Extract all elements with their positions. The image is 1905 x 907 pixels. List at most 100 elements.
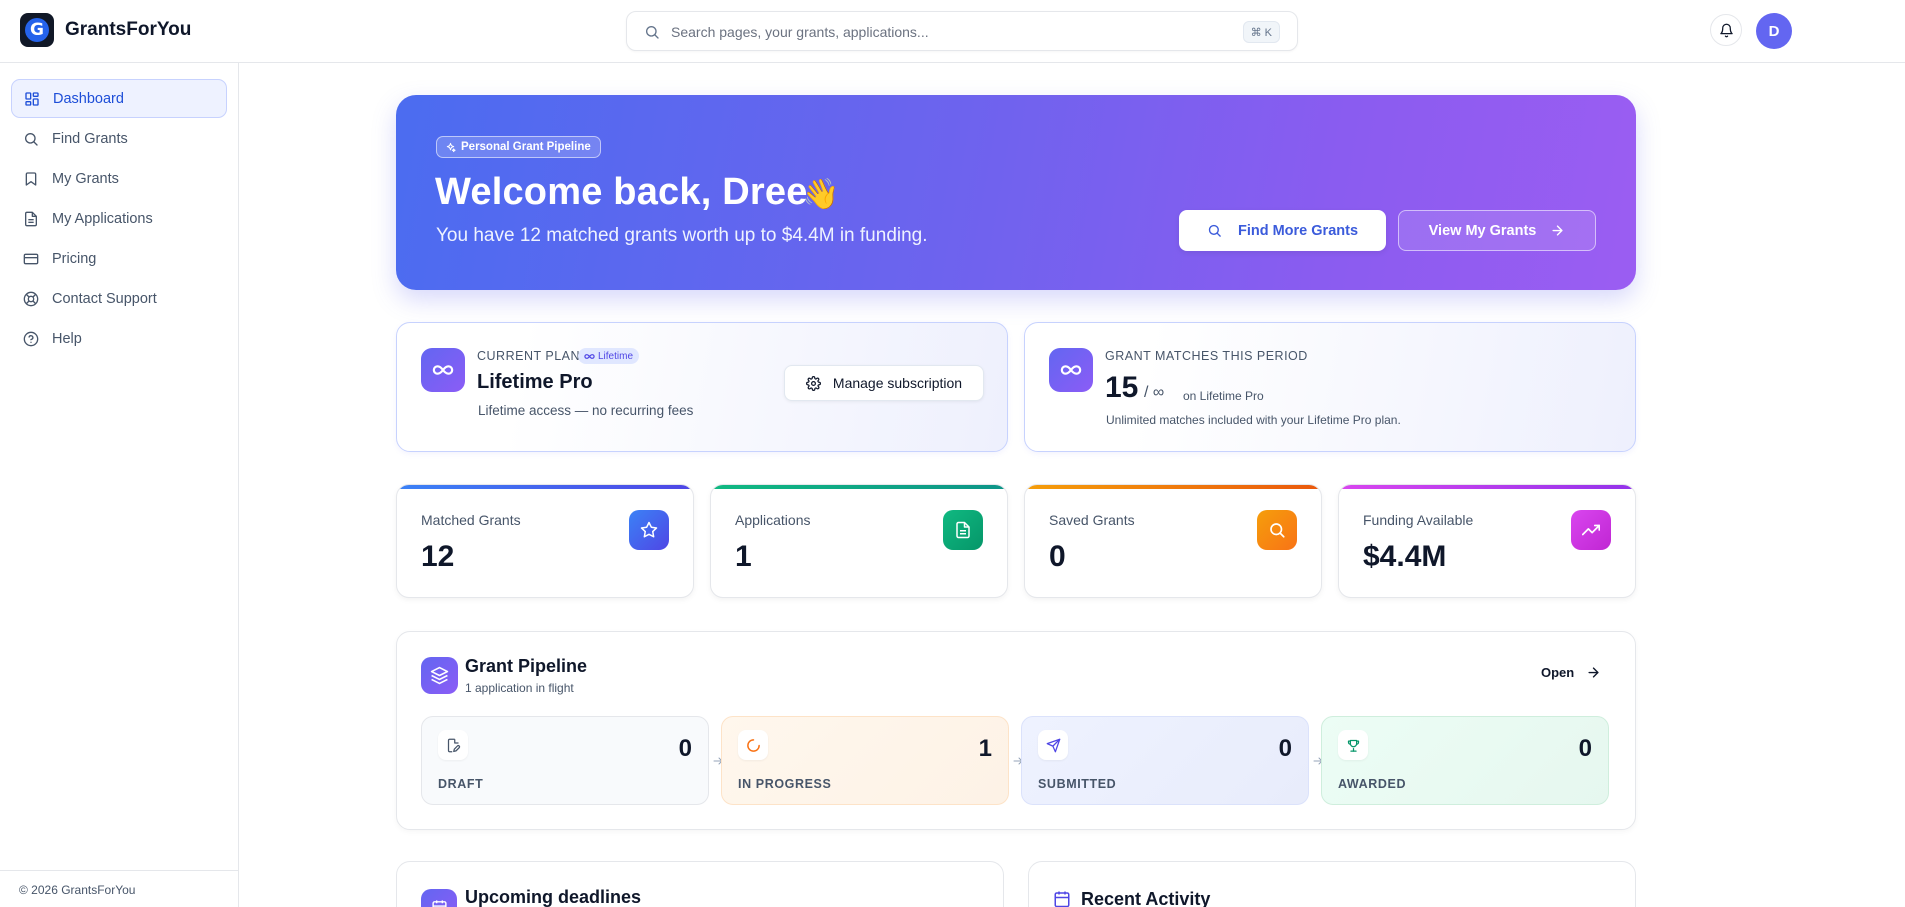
lifebuoy-icon: [23, 291, 39, 306]
app-logo[interactable]: G: [20, 13, 54, 47]
welcome-subtitle: You have 12 matched grants worth up to $…: [436, 225, 928, 246]
bell-icon: [1719, 23, 1733, 37]
user-avatar[interactable]: D: [1756, 13, 1792, 49]
view-my-grants-button[interactable]: View My Grants: [1398, 210, 1596, 251]
stat-card-funding-available[interactable]: Funding Available $4.4M: [1338, 484, 1636, 598]
document-icon: [25, 211, 37, 226]
sidebar-item-label: My Grants: [52, 170, 119, 187]
stage-count: 0: [678, 735, 692, 762]
find-more-grants-label: Find More Grants: [1237, 222, 1359, 239]
stat-value: 1: [735, 540, 752, 573]
stat-accent-bar: [1025, 485, 1321, 489]
pipeline-stage-in-progress[interactable]: 1 IN PROGRESS: [721, 716, 1009, 805]
loader-icon: [738, 730, 768, 760]
stat-label: Applications: [735, 512, 811, 528]
sparkles-icon: [446, 142, 456, 152]
pipeline-stage-awarded[interactable]: 0 AWARDED: [1321, 716, 1609, 805]
match-description: Unlimited matches included with your Lif…: [1106, 413, 1401, 427]
sidebar-item-contact-support[interactable]: Contact Support: [11, 279, 227, 318]
stat-card-applications[interactable]: Applications 1: [710, 484, 1008, 598]
star-icon: [629, 510, 669, 550]
stage-label: SUBMITTED: [1038, 777, 1117, 791]
pipeline-subtitle: 1 application in flight: [465, 681, 574, 695]
match-plan-note: on Lifetime Pro: [1183, 389, 1264, 403]
manage-subscription-label: Manage subscription: [832, 375, 963, 391]
match-limit: / ∞: [1144, 384, 1165, 401]
stat-label: Matched Grants: [421, 512, 521, 528]
logo-letter: G: [25, 18, 49, 42]
pipeline-stage-draft[interactable]: 0 DRAFT: [421, 716, 709, 805]
plan-name: Lifetime Pro: [477, 371, 593, 393]
arrow-right-icon: [1552, 225, 1563, 236]
file-text-icon: [943, 510, 983, 550]
current-plan-label: CURRENT PLAN: [477, 349, 581, 363]
sidebar-item-dashboard[interactable]: Dashboard: [11, 79, 227, 118]
view-my-grants-label: View My Grants: [1428, 222, 1537, 239]
recent-activity-card: Recent Activity: [1028, 861, 1636, 907]
arrow-right-icon: [1588, 667, 1599, 678]
calendar-icon: [421, 889, 457, 907]
pipeline-open-link[interactable]: Open: [1541, 665, 1601, 680]
stat-card-matched-grants[interactable]: Matched Grants 12: [396, 484, 694, 598]
sidebar-item-my-grants[interactable]: My Grants: [11, 159, 227, 198]
sidebar-item-label: Pricing: [52, 250, 97, 267]
sidebar-item-pricing[interactable]: Pricing: [11, 239, 227, 278]
plan-type-pill: Lifetime: [578, 348, 640, 364]
upcoming-deadlines-title: Upcoming deadlines: [465, 887, 642, 907]
sidebar-item-label: Help: [52, 330, 82, 347]
file-edit-icon: [438, 730, 468, 760]
brand-name[interactable]: GrantsForYou: [65, 19, 191, 41]
search-input[interactable]: [671, 20, 1171, 44]
sidebar-item-my-applications[interactable]: My Applications: [11, 199, 227, 238]
sidebar-item-help[interactable]: Help: [11, 319, 227, 358]
layers-icon: [421, 657, 458, 694]
sidebar-item-label: Find Grants: [52, 130, 128, 147]
search-icon: [1208, 224, 1221, 237]
pipeline-stage-submitted[interactable]: 0 SUBMITTED: [1021, 716, 1309, 805]
grant-matches-label: GRANT MATCHES THIS PERIOD: [1105, 349, 1308, 363]
calendar-icon: [1054, 891, 1070, 907]
global-search[interactable]: ⌘ K: [626, 11, 1298, 51]
hero-badge: Personal Grant Pipeline: [436, 136, 601, 158]
grant-matches-card: GRANT MATCHES THIS PERIOD 15 / ∞ on Life…: [1024, 322, 1636, 452]
gear-icon: [805, 375, 821, 391]
stat-card-saved-grants[interactable]: Saved Grants 0: [1024, 484, 1322, 598]
sidebar-item-label: Dashboard: [53, 90, 124, 107]
sidebar-item-label: My Applications: [52, 210, 153, 227]
upcoming-deadlines-card: Upcoming deadlines: [396, 861, 1004, 907]
stage-label: IN PROGRESS: [738, 777, 832, 791]
stat-label: Saved Grants: [1049, 512, 1135, 528]
pipeline-open-label: Open: [1541, 665, 1575, 680]
bookmark-icon: [25, 171, 37, 186]
manage-subscription-button[interactable]: Manage subscription: [784, 365, 984, 401]
match-count: 15: [1105, 371, 1139, 404]
search-shortcut-hint: ⌘ K: [1242, 21, 1280, 43]
stat-accent-bar: [1339, 485, 1635, 489]
infinity-icon: [1049, 348, 1093, 392]
infinity-icon: [421, 348, 465, 392]
stage-count: 0: [1578, 735, 1592, 762]
find-more-grants-button[interactable]: Find More Grants: [1179, 210, 1386, 251]
search-icon: [646, 26, 659, 39]
sidebar-item-find-grants[interactable]: Find Grants: [11, 119, 227, 158]
plan-pill-label: Lifetime: [598, 350, 634, 362]
plan-description: Lifetime access — no recurring fees: [478, 403, 694, 418]
stage-count: 0: [1278, 735, 1292, 762]
stage-label: DRAFT: [438, 777, 484, 791]
hero-badge-label: Personal Grant Pipeline: [461, 141, 591, 153]
top-header: G GrantsForYou ⌘ K D: [0, 0, 1905, 63]
sidebar-item-label: Contact Support: [52, 290, 157, 307]
welcome-hero: Personal Grant Pipeline Welcome back, Dr…: [396, 95, 1636, 290]
pipeline-title: Grant Pipeline: [465, 656, 588, 676]
notifications-button[interactable]: [1710, 14, 1742, 46]
stage-label: AWARDED: [1338, 777, 1407, 791]
trending-up-icon: [1571, 510, 1611, 550]
stage-count: 1: [978, 735, 992, 762]
current-plan-card: CURRENT PLAN Lifetime Lifetime Pro Lifet…: [396, 322, 1008, 452]
stat-value: 12: [421, 540, 455, 573]
search-icon: [25, 132, 38, 146]
welcome-title: Welcome back, Dree: [435, 171, 808, 213]
stat-value: 0: [1049, 540, 1066, 573]
grant-pipeline-card: Grant Pipeline 1 application in flight O…: [396, 631, 1636, 830]
grid-icon: [25, 91, 39, 106]
